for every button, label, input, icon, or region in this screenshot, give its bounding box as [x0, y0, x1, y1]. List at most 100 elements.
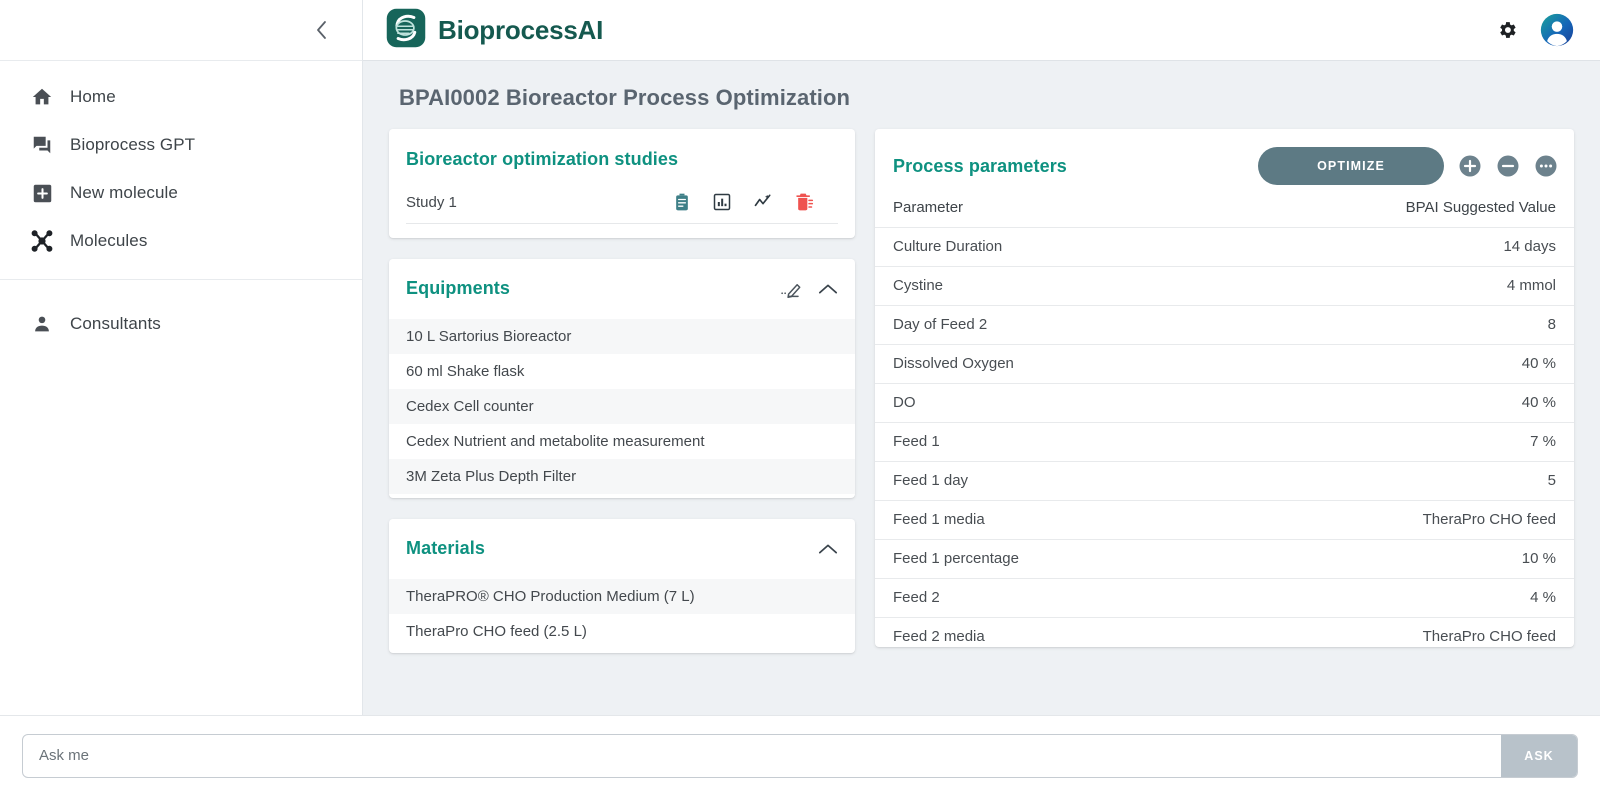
- cell-value: 5: [1224, 461, 1574, 501]
- table-row[interactable]: DO 40 %: [875, 383, 1574, 423]
- ask-button[interactable]: ASK: [1501, 734, 1577, 777]
- sidebar-item-label: Consultants: [70, 314, 161, 333]
- cell-value: TheraPro CHO feed: [1224, 617, 1574, 647]
- process-parameters-card: Process parameters OPTIMIZE Parameter BP…: [875, 129, 1574, 647]
- plus-box-icon: [14, 183, 70, 204]
- cell-value: 10 %: [1224, 539, 1574, 579]
- cell-parameter: Feed 1: [875, 422, 1225, 462]
- equipments-actions: [780, 279, 838, 299]
- list-item[interactable]: Cedex Cell counter: [389, 389, 855, 424]
- sidebar-item-bioprocess-gpt[interactable]: Bioprocess GPT: [0, 121, 362, 169]
- right-column: Process parameters OPTIMIZE Parameter BP…: [875, 129, 1574, 674]
- list-item[interactable]: 10 L Sartorius Bioreactor: [389, 319, 855, 354]
- sidebar-header: [0, 0, 362, 61]
- table-row[interactable]: Feed 1 percentage 10 %: [875, 539, 1574, 579]
- sidebar-collapse-button[interactable]: [304, 13, 338, 47]
- user-avatar-icon[interactable]: [1540, 13, 1574, 47]
- table-row[interactable]: Feed 2 media TheraPro CHO feed: [875, 617, 1574, 647]
- remove-circle-icon[interactable]: [1496, 154, 1520, 178]
- list-item[interactable]: Cedex Nutrient and metabolite measuremen…: [389, 424, 855, 459]
- materials-list: TheraPRO® CHO Production Medium (7 L) Th…: [389, 571, 855, 653]
- cell-value: 7 %: [1224, 422, 1574, 462]
- table-body: Culture Duration 14 days Cystine 4 mmol Da…: [875, 227, 1574, 647]
- sidebar-nav-secondary: Consultants: [0, 279, 362, 348]
- sidebar-nav-primary: Home Bioprocess GPT New molecule Molecul…: [0, 61, 362, 265]
- process-parameters-table: Parameter BPAI Suggested Value Culture D…: [875, 189, 1574, 647]
- sidebar-item-new-molecule[interactable]: New molecule: [0, 169, 362, 217]
- process-parameters-actions: OPTIMIZE: [1258, 147, 1558, 185]
- table-row[interactable]: Feed 24 %: [875, 578, 1574, 618]
- process-parameters-scroll[interactable]: Parameter BPAI Suggested Value Culture D…: [875, 189, 1574, 647]
- brand[interactable]: BioprocessAI: [385, 7, 603, 54]
- equipments-header: Equipments: [389, 259, 855, 311]
- study-name: Study 1: [406, 193, 457, 211]
- list-item[interactable]: 60 ml Shake flask: [389, 354, 855, 389]
- process-parameters-title: Process parameters: [893, 155, 1067, 176]
- cell-parameter: Dissolved Oxygen: [875, 344, 1225, 384]
- cell-parameter: Feed 1 percentage: [875, 539, 1225, 579]
- cell-parameter: Culture Duration: [875, 227, 1225, 267]
- cell-parameter: Feed 2: [875, 578, 1225, 618]
- sidebar: Home Bioprocess GPT New molecule Molecul…: [0, 0, 363, 795]
- table-row[interactable]: Culture Duration 14 days: [875, 227, 1574, 267]
- topbar: BioprocessAI: [363, 0, 1600, 61]
- materials-header: Materials: [389, 519, 855, 571]
- cell-parameter: Day of Feed 2: [875, 305, 1225, 345]
- table-row[interactable]: Cystine 4 mmol: [875, 266, 1574, 306]
- cell-value: 4 mmol: [1224, 266, 1574, 306]
- table-row[interactable]: Day of Feed 28: [875, 305, 1574, 345]
- sidebar-item-molecules[interactable]: Molecules: [0, 217, 362, 265]
- table-header-row: Parameter BPAI Suggested Value: [875, 189, 1574, 228]
- table-row[interactable]: Feed 1 media TheraPro CHO feed: [875, 500, 1574, 540]
- more-circle-icon[interactable]: [1534, 154, 1558, 178]
- add-circle-icon[interactable]: [1458, 154, 1482, 178]
- optimize-button[interactable]: OPTIMIZE: [1258, 147, 1444, 185]
- cell-value: 4 %: [1224, 578, 1574, 618]
- study-row[interactable]: Study 1: [406, 182, 838, 224]
- ask-input[interactable]: [23, 734, 1501, 777]
- list-item[interactable]: TheraPro CHO feed (2.5 L): [389, 614, 855, 649]
- cell-value: 14 days: [1224, 227, 1574, 267]
- topbar-actions: [1496, 13, 1574, 47]
- process-parameters-header: Process parameters OPTIMIZE: [875, 129, 1574, 189]
- app-root: Home Bioprocess GPT New molecule Molecul…: [0, 0, 1600, 795]
- home-icon: [14, 86, 70, 108]
- column-header-value: BPAI Suggested Value: [1405, 199, 1556, 216]
- materials-card-title: Materials: [406, 538, 485, 558]
- column-header-parameter: Parameter: [893, 199, 964, 216]
- page-title: BPAI0002 Bioreactor Process Optimization: [399, 85, 851, 110]
- molecule-icon: [14, 229, 70, 253]
- cell-value: 40 %: [1224, 383, 1574, 423]
- studies-card-title: Bioreactor optimization studies: [406, 149, 679, 169]
- sidebar-item-home[interactable]: Home: [0, 73, 362, 121]
- edit-pencil-icon[interactable]: [780, 279, 804, 299]
- content-area: BPAI0002 Bioreactor Process Optimization…: [363, 61, 1600, 795]
- brand-name: BioprocessAI: [438, 14, 604, 45]
- equipments-card: Equipments 10 L Sartorius Bioreactor 60 …: [389, 259, 855, 498]
- clipboard-icon[interactable]: [672, 192, 692, 212]
- gear-icon[interactable]: [1496, 19, 1518, 41]
- table-row[interactable]: Dissolved Oxygen 40 %: [875, 344, 1574, 384]
- cell-value: 8: [1224, 305, 1574, 345]
- ask-input-wrapper: ASK: [22, 733, 1578, 778]
- cell-parameter: Feed 2 media: [875, 617, 1225, 647]
- table-row[interactable]: Feed 17 %: [875, 422, 1574, 462]
- cell-value: 40 %: [1224, 344, 1574, 384]
- trend-line-icon[interactable]: [752, 192, 774, 212]
- cell-parameter: Feed 1 media: [875, 500, 1225, 540]
- bar-chart-icon[interactable]: [712, 192, 732, 212]
- table-head: Parameter BPAI Suggested Value: [875, 189, 1574, 228]
- sidebar-item-consultants[interactable]: Consultants: [0, 300, 362, 348]
- chat-icon: [14, 134, 70, 156]
- list-item[interactable]: 3M Zeta Plus Depth Filter: [389, 459, 855, 494]
- table-row[interactable]: Feed 1 day 5: [875, 461, 1574, 501]
- studies-card: Bioreactor optimization studies Study 1: [389, 129, 855, 238]
- chevron-up-icon[interactable]: [818, 282, 838, 296]
- list-item[interactable]: TheraPRO® CHO Production Medium (7 L): [389, 579, 855, 614]
- cell-parameter: Cystine: [875, 266, 1225, 306]
- chevron-up-icon[interactable]: [818, 542, 838, 556]
- equipments-card-title: Equipments: [406, 278, 511, 298]
- bioprocess-logo-icon: [385, 7, 427, 54]
- cell-parameter: Feed 1 day: [875, 461, 1225, 501]
- delete-icon[interactable]: [794, 192, 814, 212]
